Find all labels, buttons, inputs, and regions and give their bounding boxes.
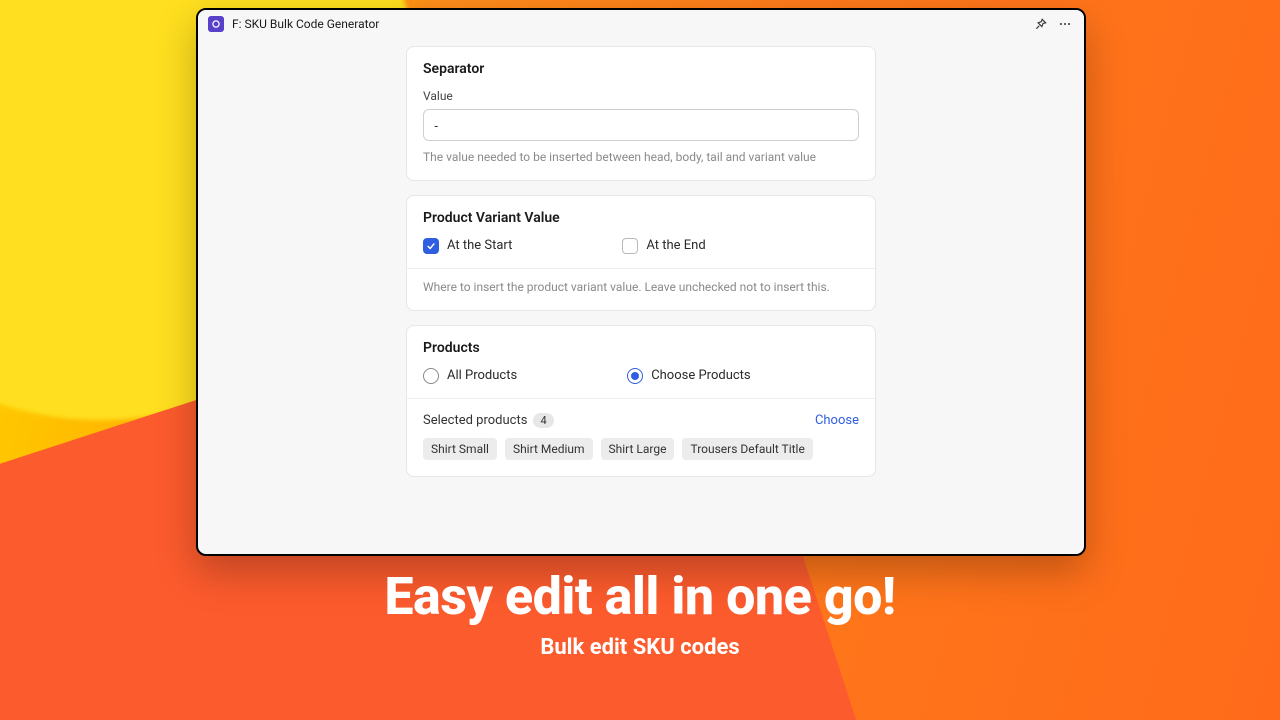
radio-all-products[interactable]: All Products — [423, 368, 517, 384]
variant-heading: Product Variant Value — [423, 210, 859, 226]
variant-help: Where to insert the product variant valu… — [423, 279, 859, 296]
separator-field-label: Value — [423, 89, 859, 103]
separator-card: Separator Value The value needed to be i… — [406, 46, 876, 181]
products-heading: Products — [423, 340, 859, 356]
content-area: Separator Value The value needed to be i… — [198, 38, 1084, 554]
separator-help: The value needed to be inserted between … — [423, 149, 859, 166]
radio-choose-products[interactable]: Choose Products — [627, 368, 750, 384]
hero-headline: Easy edit all in one go! — [0, 570, 1280, 625]
app-window: F: SKU Bulk Code Generator Separator Val… — [196, 8, 1086, 556]
hero-subhead: Bulk edit SKU codes — [0, 635, 1280, 660]
radio-choose-products-label: Choose Products — [651, 368, 750, 383]
product-tag[interactable]: Shirt Medium — [505, 438, 593, 460]
app-icon — [208, 16, 224, 32]
products-card: Products All Products Choose Products Se… — [406, 325, 876, 477]
checkbox-at-start-label: At the Start — [447, 238, 512, 253]
product-tag[interactable]: Shirt Large — [601, 438, 675, 460]
product-tag[interactable]: Shirt Small — [423, 438, 497, 460]
window-title: F: SKU Bulk Code Generator — [232, 17, 379, 31]
check-icon — [426, 241, 436, 251]
separator-input[interactable] — [423, 109, 859, 141]
selected-products-label: Selected products — [423, 413, 527, 428]
selected-tags: Shirt Small Shirt Medium Shirt Large Tro… — [423, 438, 859, 460]
variant-card: Product Variant Value At the Start At th… — [406, 195, 876, 311]
checkbox-at-start-box — [423, 238, 439, 254]
pin-icon[interactable] — [1032, 15, 1050, 33]
radio-all-products-label: All Products — [447, 368, 517, 383]
radio-choose-products-dot — [627, 368, 643, 384]
more-icon[interactable] — [1056, 15, 1074, 33]
selected-count-badge: 4 — [533, 413, 553, 428]
divider — [407, 268, 875, 269]
hero: Easy edit all in one go! Bulk edit SKU c… — [0, 570, 1280, 660]
checkbox-at-end-label: At the End — [646, 238, 705, 253]
checkbox-at-start[interactable]: At the Start — [423, 238, 512, 254]
titlebar: F: SKU Bulk Code Generator — [198, 10, 1084, 38]
checkbox-at-end[interactable]: At the End — [622, 238, 705, 254]
choose-link[interactable]: Choose — [815, 413, 859, 428]
product-tag[interactable]: Trousers Default Title — [682, 438, 812, 460]
checkbox-at-end-box — [622, 238, 638, 254]
separator-heading: Separator — [423, 61, 859, 77]
divider — [407, 398, 875, 399]
radio-all-products-dot — [423, 368, 439, 384]
